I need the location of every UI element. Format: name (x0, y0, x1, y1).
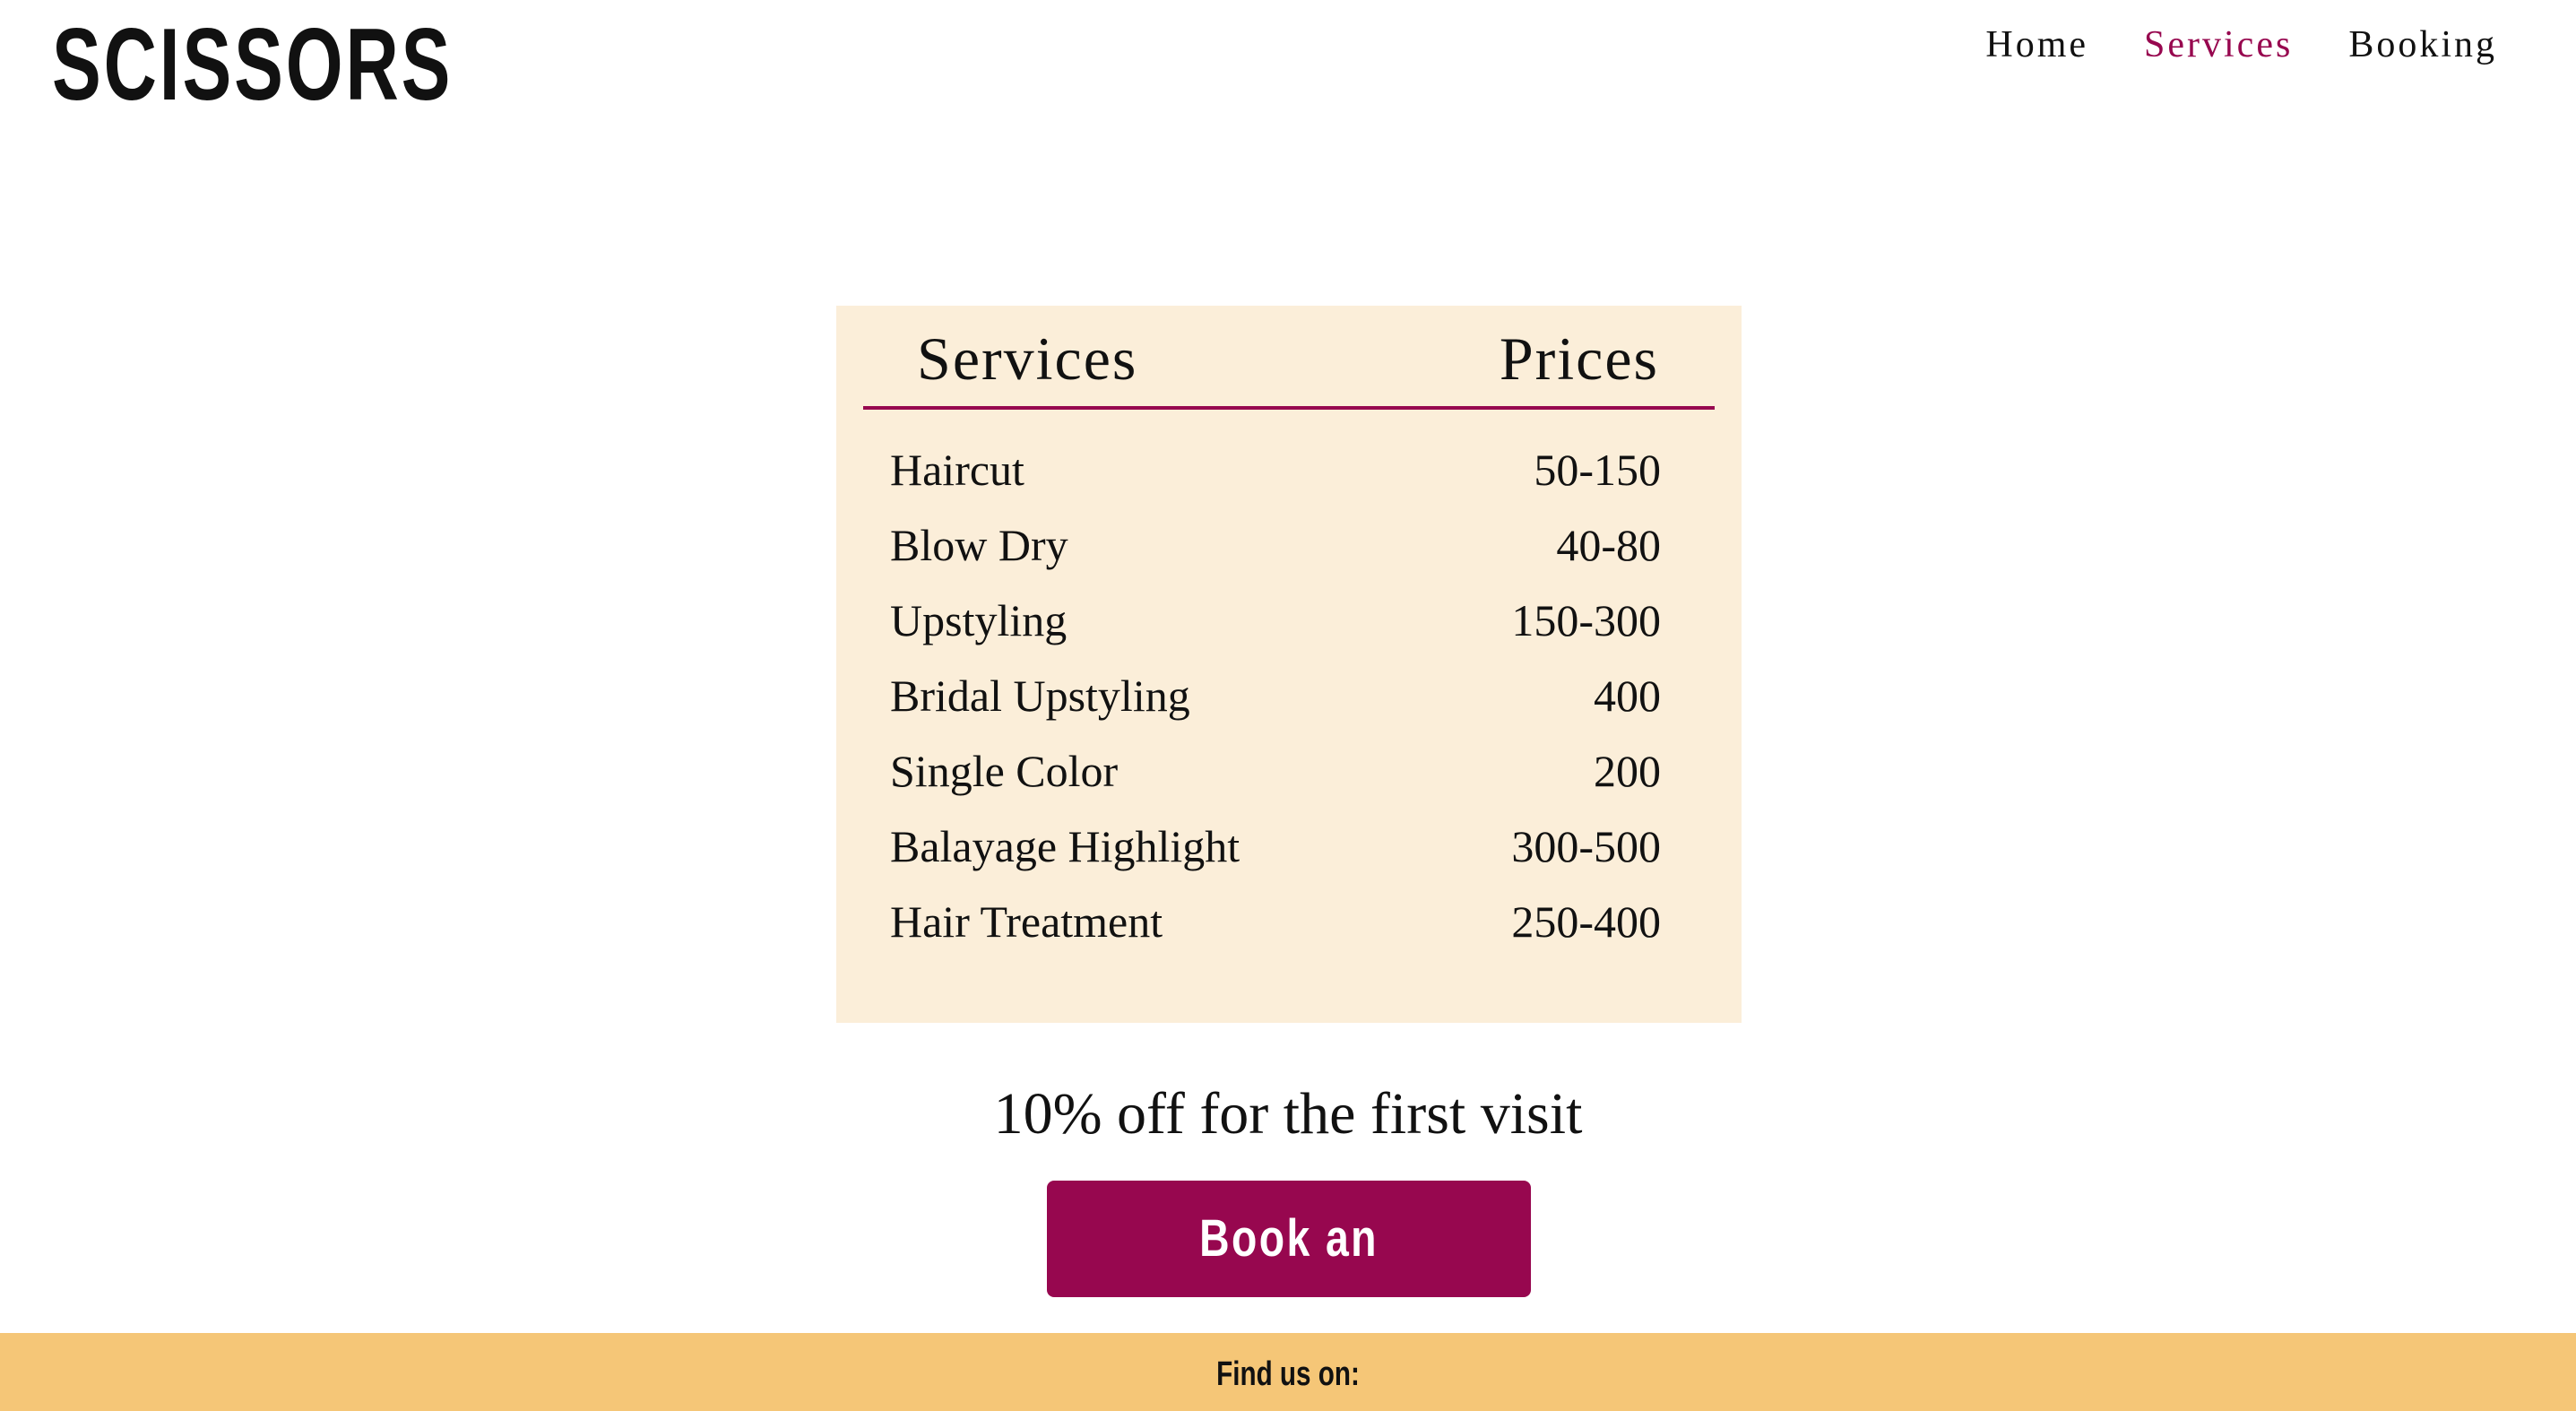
find-us-label: Find us on: (1216, 1355, 1360, 1393)
service-price: 40-80 (1556, 520, 1661, 570)
service-price: 50-150 (1534, 445, 1661, 495)
price-list-header: Services Prices (863, 306, 1715, 410)
service-price: 400 (1594, 671, 1661, 721)
service-price: 150-300 (1511, 595, 1661, 645)
nav-item-home[interactable]: Home (1985, 20, 2088, 70)
prices-column-header: Prices (1499, 325, 1659, 393)
service-name: Blow Dry (890, 520, 1068, 570)
service-price: 250-400 (1511, 896, 1661, 947)
price-row: Bridal Upstyling 400 (890, 666, 1661, 741)
services-column-header: Services (917, 325, 1138, 393)
service-name: Balayage Highlight (890, 821, 1240, 871)
price-list-card: Services Prices Haircut 50-150 Blow Dry … (836, 306, 1742, 1023)
price-row: Balayage Highlight 300-500 (890, 817, 1661, 892)
service-price: 300-500 (1511, 821, 1661, 871)
price-row: Haircut 50-150 (890, 440, 1661, 515)
service-name: Hair Treatment (890, 896, 1163, 947)
service-name: Single Color (890, 746, 1119, 796)
service-name: Bridal Upstyling (890, 671, 1190, 721)
price-row: Single Color 200 (890, 741, 1661, 817)
price-list: Haircut 50-150 Blow Dry 40-80 Upstyling … (890, 440, 1661, 967)
service-name: Upstyling (890, 595, 1068, 645)
nav-item-booking[interactable]: Booking (2348, 20, 2497, 70)
first-visit-promo: 10% off for the first visit (993, 1081, 1583, 1147)
service-name: Haircut (890, 445, 1024, 495)
book-appointment-label: Book an appointment (1199, 1209, 1379, 1268)
site-footer: Find us on: (0, 1333, 2576, 1411)
service-price: 200 (1594, 746, 1661, 796)
site-logo[interactable]: SCISSORS (52, 7, 453, 124)
book-appointment-button[interactable]: Book an appointment (1047, 1181, 1531, 1297)
price-row: Upstyling 150-300 (890, 591, 1661, 666)
nav-item-services[interactable]: Services (2144, 20, 2293, 70)
main-nav: Home Services Booking (1985, 20, 2497, 70)
price-row: Hair Treatment 250-400 (890, 892, 1661, 967)
price-row: Blow Dry 40-80 (890, 515, 1661, 591)
